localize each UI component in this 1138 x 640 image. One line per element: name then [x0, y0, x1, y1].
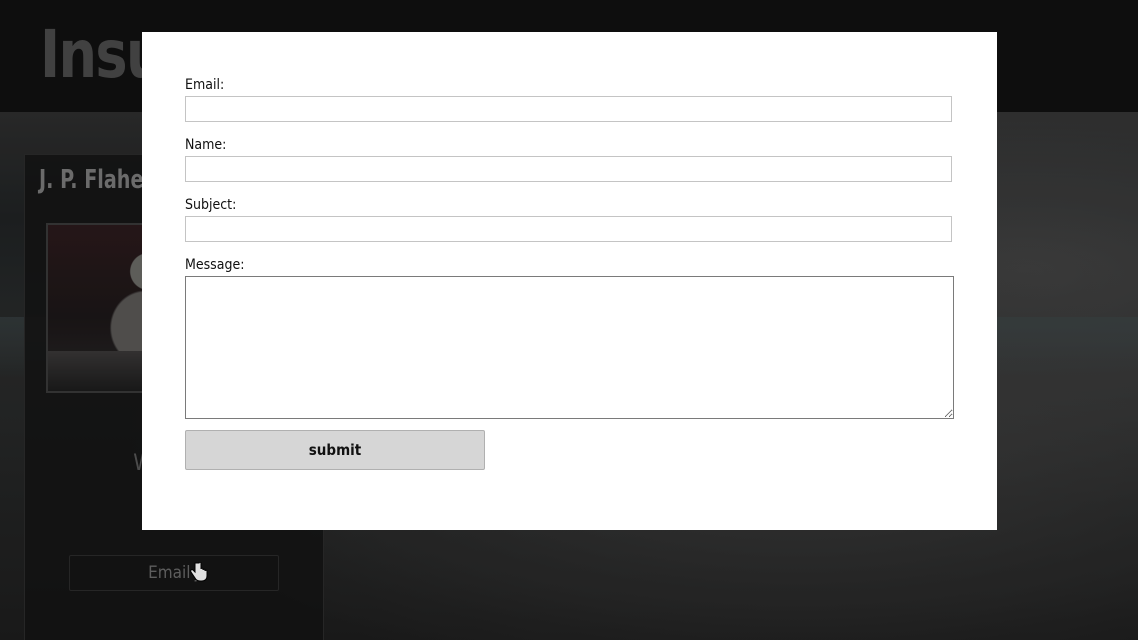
message-label: Message: [185, 257, 245, 273]
email-field[interactable] [185, 96, 952, 122]
subject-label: Subject: [185, 197, 237, 213]
name-field[interactable] [185, 156, 952, 182]
message-field[interactable] [185, 276, 954, 419]
submit-button[interactable]: submit [185, 430, 485, 470]
contact-form-modal: Email: Name: Subject: Message: submit [142, 32, 997, 530]
email-label: Email: [185, 77, 225, 93]
name-label: Name: [185, 137, 227, 153]
subject-field[interactable] [185, 216, 952, 242]
